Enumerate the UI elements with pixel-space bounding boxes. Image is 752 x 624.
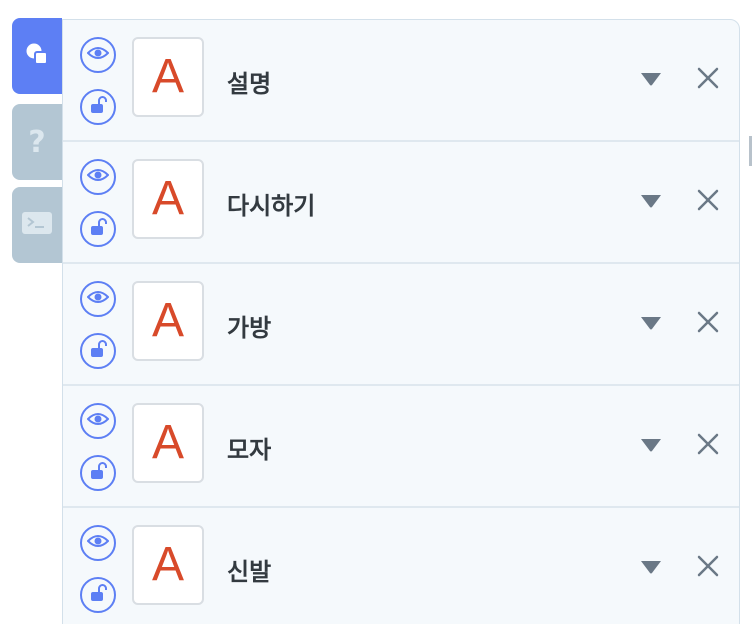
sprite-row[interactable]: A 설명 [63,20,739,142]
lock-toggle[interactable] [80,577,116,613]
sprite-thumbnail[interactable]: A [132,525,204,605]
visibility-toggle[interactable] [80,37,116,73]
thumbnail-letter: A [151,294,184,347]
eye-icon [86,45,110,65]
unlock-icon [88,339,108,363]
visibility-toggle[interactable] [80,281,116,317]
thumbnail-letter: A [151,416,184,469]
close-icon [697,67,719,93]
caret-down-icon [640,437,662,456]
sprite-menu-button[interactable] [638,70,664,90]
sprite-thumbnail[interactable]: A [132,37,204,117]
caret-down-icon [640,559,662,578]
sprite-thumbnail[interactable]: A [132,159,204,239]
sprite-menu-button[interactable] [638,314,664,334]
delete-sprite-button[interactable] [692,552,724,584]
question-icon: ? [28,124,46,160]
delete-sprite-button[interactable] [692,308,724,340]
sprite-name: 가방 [227,314,272,342]
sprite-thumbnail[interactable]: A [132,403,204,483]
unlock-icon [88,95,108,119]
sprite-list-panel: A 설명 A 다시하기 A 가방 A 모자 A 신발 [62,19,740,624]
sprite-menu-button[interactable] [638,436,664,456]
sprite-row[interactable]: A 가방 [63,264,739,386]
sprite-name: 다시하기 [227,192,316,220]
console-icon [22,212,52,238]
close-icon [697,433,719,459]
sprite-row[interactable]: A 모자 [63,386,739,508]
lock-toggle[interactable] [80,211,116,247]
eye-icon [86,289,110,309]
tab-console[interactable] [12,187,62,263]
sprite-row[interactable]: A 신발 [63,508,739,624]
eye-icon [86,167,110,187]
objects-icon [25,42,49,70]
lock-toggle[interactable] [80,333,116,369]
tab-help[interactable]: ? [12,104,62,180]
sprite-menu-button[interactable] [638,192,664,212]
sprite-name: 모자 [227,436,272,464]
sprite-name: 신발 [227,558,272,586]
close-icon [697,555,719,581]
close-icon [697,311,719,337]
tab-objects[interactable] [12,18,62,94]
unlock-icon [88,461,108,485]
eye-icon [86,411,110,431]
lock-toggle[interactable] [80,455,116,491]
unlock-icon [88,583,108,607]
sprite-thumbnail[interactable]: A [132,281,204,361]
caret-down-icon [640,71,662,90]
sprite-menu-button[interactable] [638,558,664,578]
delete-sprite-button[interactable] [692,186,724,218]
visibility-toggle[interactable] [80,403,116,439]
thumbnail-letter: A [151,538,184,591]
visibility-toggle[interactable] [80,159,116,195]
eye-icon [86,533,110,553]
close-icon [697,189,719,215]
lock-toggle[interactable] [80,89,116,125]
unlock-icon [88,217,108,241]
caret-down-icon [640,193,662,212]
delete-sprite-button[interactable] [692,64,724,96]
sprite-row[interactable]: A 다시하기 [63,142,739,264]
thumbnail-letter: A [151,50,184,103]
delete-sprite-button[interactable] [692,430,724,462]
visibility-toggle[interactable] [80,525,116,561]
caret-down-icon [640,315,662,334]
sprite-name: 설명 [227,70,272,98]
thumbnail-letter: A [151,172,184,225]
